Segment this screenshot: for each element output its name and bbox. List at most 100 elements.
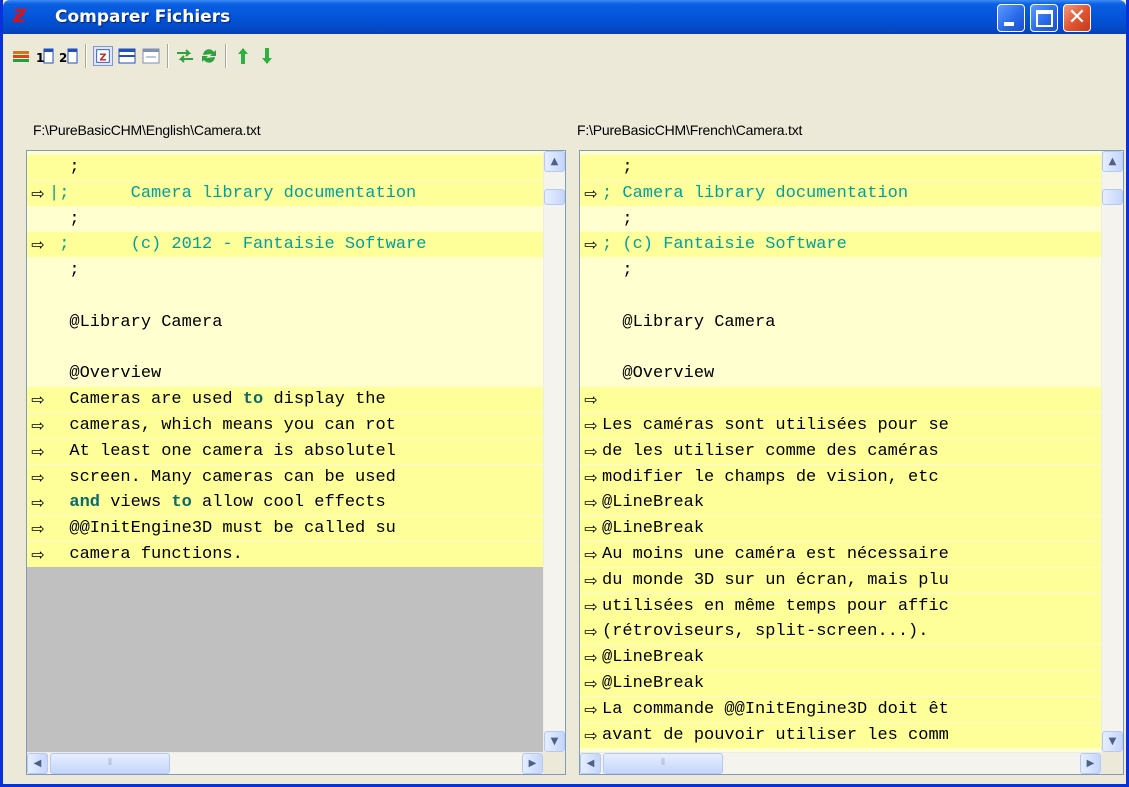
text-line xyxy=(580,336,1101,361)
prev-diff-icon[interactable] xyxy=(233,46,253,66)
right-vertical-scrollbar[interactable]: ▲ ▼ xyxy=(1101,151,1123,752)
text-line: ⇨ camera functions. xyxy=(27,542,543,567)
text-line: ; xyxy=(27,258,543,283)
view-horizontal-icon[interactable] xyxy=(117,46,137,66)
title-bar[interactable]: Ƶ Comparer Fichiers ✕ xyxy=(3,0,1126,34)
line-text: ; xyxy=(602,158,633,177)
close-icon: ✕ xyxy=(1067,5,1087,30)
diff-marker-icon: ⇨ xyxy=(31,235,45,255)
scroll-up-button[interactable]: ▲ xyxy=(1102,151,1123,172)
right-horizontal-scrollbar[interactable]: ◀ ⦀ ▶ xyxy=(580,752,1101,774)
maximize-button[interactable] xyxy=(1030,4,1058,32)
svg-text:Z: Z xyxy=(99,53,106,64)
diff-marker-icon: ⇨ xyxy=(31,390,45,410)
diff-marker-icon: ⇨ xyxy=(584,596,598,616)
file2-icon[interactable]: 2 xyxy=(59,46,79,66)
minimize-button[interactable] xyxy=(997,4,1025,32)
next-diff-icon[interactable] xyxy=(257,46,277,66)
line-text: cameras, which means you can rot xyxy=(49,416,396,435)
text-line: ⇨ avant de pouvoir utiliser les comm xyxy=(580,722,1101,748)
h-scroll-thumb[interactable]: ⦀ xyxy=(603,753,723,774)
file1-icon[interactable]: 1 xyxy=(35,46,55,66)
swap-files-icon[interactable] xyxy=(175,46,195,66)
diff-marker-icon: ⇨ xyxy=(31,441,45,461)
scroll-right-button[interactable]: ▶ xyxy=(522,753,543,774)
toolbar-separator xyxy=(167,44,169,68)
line-text: @Overview xyxy=(49,364,162,384)
text-line: ⇨ modifier le champs de vision, etc xyxy=(580,464,1101,490)
diff-marker-icon: ⇨ xyxy=(584,493,598,513)
text-line: ; xyxy=(580,155,1101,180)
text-line: ⇨ du monde 3D sur un écran, mais plu xyxy=(580,567,1101,593)
left-horizontal-scrollbar[interactable]: ◀ ⦀ ▶ xyxy=(27,752,543,774)
line-text: La commande @@InitEngine3D doit êt xyxy=(602,699,949,719)
compare-files-window: Ƶ Comparer Fichiers ✕ 1 2 Z F:\PureBasic… xyxy=(0,0,1129,787)
diff-marker-icon: ⇨ xyxy=(584,416,598,435)
line-text: @LineBreak xyxy=(602,493,705,513)
line-text: @LineBreak xyxy=(602,519,705,539)
scroll-down-button[interactable]: ▼ xyxy=(1102,731,1123,752)
open-files-icon[interactable] xyxy=(11,46,31,66)
line-text: Les caméras sont utilisées pour se xyxy=(602,416,949,435)
line-text: (rétroviseurs, split-screen...). xyxy=(602,622,929,642)
toolbar: 1 2 Z xyxy=(9,38,1119,72)
svg-text:2: 2 xyxy=(59,51,67,65)
line-text: screen. Many cameras can be used xyxy=(49,467,396,487)
scroll-corner xyxy=(1101,752,1123,774)
left-file-path: F:\PureBasicCHM\English\Camera.txt xyxy=(33,122,261,138)
line-text: |; Camera library documentation xyxy=(49,183,417,203)
line-text: camera functions. xyxy=(49,545,243,564)
line-text: du monde 3D sur un écran, mais plu xyxy=(602,570,949,590)
text-line: ; xyxy=(27,155,543,180)
scroll-left-button[interactable]: ◀ xyxy=(580,753,601,774)
right-text-area[interactable]: ; ⇨; Camera library documentation ; ⇨; (c)… xyxy=(580,151,1101,752)
diff-marker-icon: ⇨ xyxy=(584,570,598,590)
text-line: ⇨ (rétroviseurs, split-screen...). xyxy=(580,619,1101,645)
text-line: ⇨ Cameras are used to display the xyxy=(27,387,543,413)
text-line: ⇨ cameras, which means you can rot xyxy=(27,413,543,438)
line-text: ; xyxy=(602,261,633,281)
left-file-pane[interactable]: ; ⇨ |; Camera library documentation ; ⇨ ; (… xyxy=(26,150,566,775)
right-file-pane[interactable]: ; ⇨; Camera library documentation ; ⇨; (c)… xyxy=(579,150,1124,775)
scroll-down-button[interactable]: ▼ xyxy=(544,731,565,752)
view-side-by-side-icon[interactable]: Z xyxy=(93,46,113,66)
toolbar-separator xyxy=(225,44,227,68)
line-text: Au moins une caméra est nécessaire xyxy=(602,545,949,564)
diff-marker-icon: ⇨ xyxy=(584,699,598,719)
diff-marker-icon: ⇨ xyxy=(31,493,45,513)
text-line: ⇨ ; (c) 2012 - Fantaisie Software xyxy=(27,232,543,258)
minimize-icon xyxy=(1004,22,1014,26)
text-line: ⇨ @LineBreak xyxy=(580,645,1101,671)
left-vertical-scrollbar[interactable]: ▲ ▼ xyxy=(543,151,565,752)
diff-marker-icon: ⇨ xyxy=(31,183,45,203)
text-line: ; xyxy=(580,207,1101,232)
text-line: ⇨ screen. Many cameras can be used xyxy=(27,464,543,490)
scroll-right-button[interactable]: ▶ xyxy=(1080,753,1101,774)
line-text: de les utiliser comme des caméras xyxy=(602,441,939,461)
refresh-icon[interactable] xyxy=(199,46,219,66)
text-line: ; xyxy=(580,258,1101,283)
close-button[interactable]: ✕ xyxy=(1063,4,1091,32)
line-text: ; xyxy=(49,261,80,281)
left-text-area[interactable]: ; ⇨ |; Camera library documentation ; ⇨ ; (… xyxy=(27,151,543,752)
h-scroll-thumb[interactable]: ⦀ xyxy=(50,753,170,774)
scroll-thumb[interactable] xyxy=(544,189,565,205)
scroll-thumb[interactable] xyxy=(1102,189,1123,205)
scroll-up-button[interactable]: ▲ xyxy=(544,151,565,172)
diff-marker-icon: ⇨ xyxy=(584,390,598,410)
text-line: ⇨ @LineBreak xyxy=(580,671,1101,696)
scroll-left-button[interactable]: ◀ xyxy=(27,753,48,774)
line-text: Cameras are used to display the xyxy=(49,390,386,410)
text-line xyxy=(27,284,543,309)
text-line: ⇨ utilisées en même temps pour affic xyxy=(580,593,1101,619)
line-text: ; xyxy=(49,209,80,229)
window-title: Comparer Fichiers xyxy=(55,7,231,27)
line-text: @@InitEngine3D must be called su xyxy=(49,519,396,539)
line-text: @Library Camera xyxy=(49,312,223,332)
right-file-path: F:\PureBasicCHM\French\Camera.txt xyxy=(577,122,803,138)
text-line: @Overview xyxy=(27,361,543,386)
diff-marker-icon: ⇨ xyxy=(31,545,45,564)
view-single-icon[interactable] xyxy=(141,46,161,66)
line-text: ; xyxy=(602,209,633,229)
diff-marker-icon: ⇨ xyxy=(584,545,598,564)
